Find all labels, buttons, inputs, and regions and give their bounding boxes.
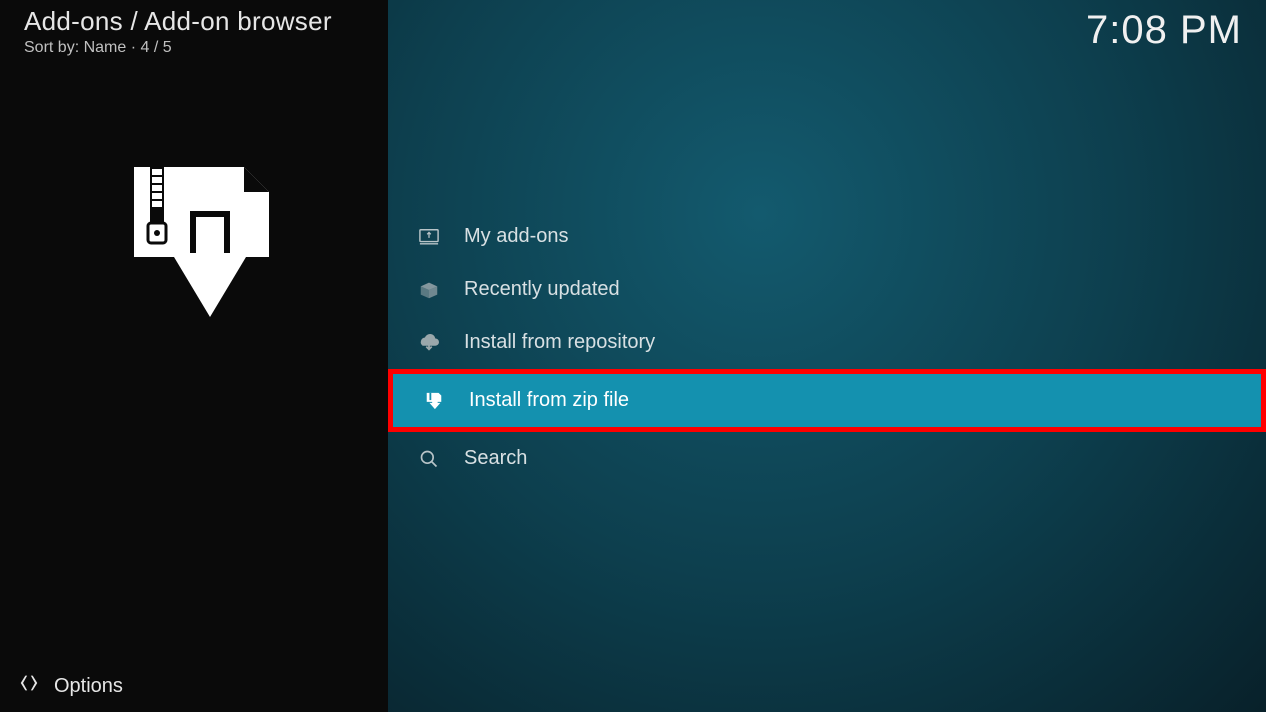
menu-item-label: My add-ons <box>464 225 569 248</box>
menu-item-install-zip[interactable]: Install from zip file <box>393 374 1261 427</box>
zip-download-icon <box>421 391 447 411</box>
main-panel: 7:08 PM My add-ons Recently updated <box>388 0 1266 712</box>
options-button[interactable]: Options <box>18 672 123 700</box>
sort-value: Name <box>84 39 127 56</box>
menu-item-search[interactable]: Search <box>388 432 1266 485</box>
menu-item-label: Install from repository <box>464 331 655 354</box>
breadcrumb: Add-ons / Add-on browser <box>24 6 368 37</box>
sidebar-preview-image <box>0 157 388 337</box>
search-icon <box>416 449 442 469</box>
menu-item-label: Install from zip file <box>469 389 629 412</box>
options-icon <box>18 672 40 700</box>
menu-list: My add-ons Recently updated Install from… <box>388 210 1266 485</box>
sidebar: Add-ons / Add-on browser Sort by: Name ·… <box>0 0 388 712</box>
menu-item-install-repository[interactable]: Install from repository <box>388 316 1266 369</box>
header: Add-ons / Add-on browser Sort by: Name ·… <box>0 0 388 57</box>
clock: 7:08 PM <box>1086 8 1242 53</box>
menu-item-recently-updated[interactable]: Recently updated <box>388 263 1266 316</box>
annotation-highlight: Install from zip file <box>388 369 1266 432</box>
options-label: Options <box>54 675 123 698</box>
menu-item-my-addons[interactable]: My add-ons <box>388 210 1266 263</box>
menu-item-label: Recently updated <box>464 278 620 301</box>
sort-prefix: Sort by: <box>24 39 79 56</box>
sort-line: Sort by: Name · 4 / 5 <box>24 39 368 57</box>
menu-item-label: Search <box>464 447 527 470</box>
monitor-addon-icon <box>416 227 442 247</box>
cloud-download-icon <box>416 333 442 353</box>
sort-separator: · <box>131 39 141 56</box>
list-position: 4 / 5 <box>141 39 172 56</box>
open-box-icon <box>416 279 442 301</box>
